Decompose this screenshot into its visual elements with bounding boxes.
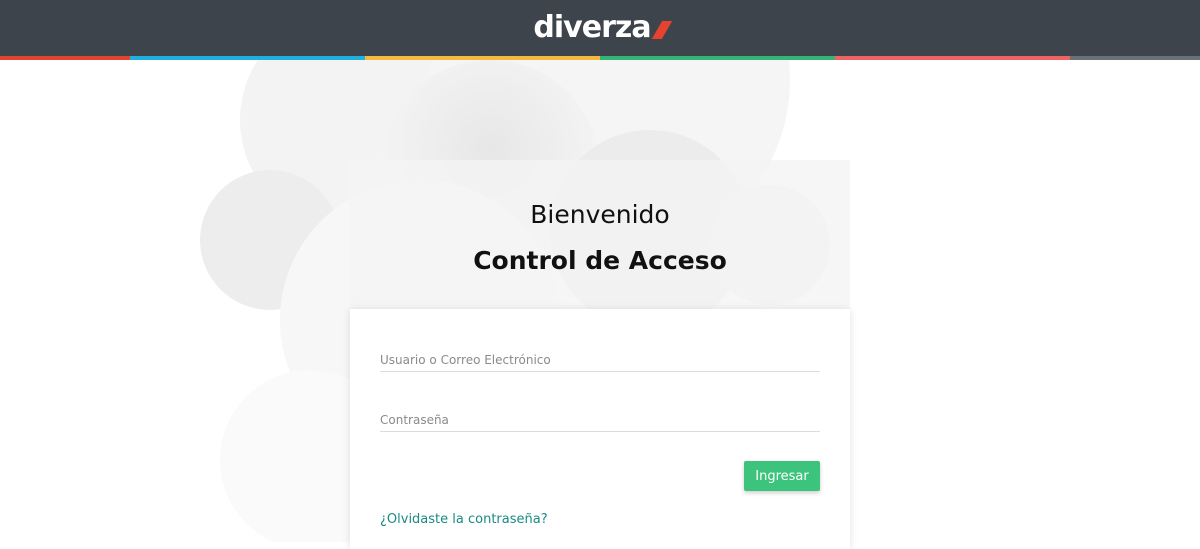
forgot-password-link[interactable]: ¿Olvidaste la contraseña? <box>380 512 548 527</box>
username-input[interactable] <box>380 350 820 370</box>
logo-slash-icon <box>651 21 672 39</box>
password-field-wrapper <box>380 409 820 432</box>
diverza-logo: diverza <box>0 0 1200 56</box>
stripe-gray <box>1070 56 1200 60</box>
welcome-text: Bienvenido <box>530 200 670 229</box>
stripe-coral <box>835 56 1070 60</box>
username-field-wrapper <box>380 349 820 372</box>
top-header-bar: diverza <box>0 0 1200 56</box>
login-card: Ingresar ¿Olvidaste la contraseña? <box>350 309 850 549</box>
welcome-heading-area: Bienvenido Control de Acceso <box>350 160 850 308</box>
page-title: Control de Acceso <box>473 246 727 275</box>
stripe-red <box>0 56 130 60</box>
logo-text: diverza <box>533 10 651 45</box>
login-submit-button[interactable]: Ingresar <box>744 461 820 491</box>
password-input[interactable] <box>380 410 820 430</box>
